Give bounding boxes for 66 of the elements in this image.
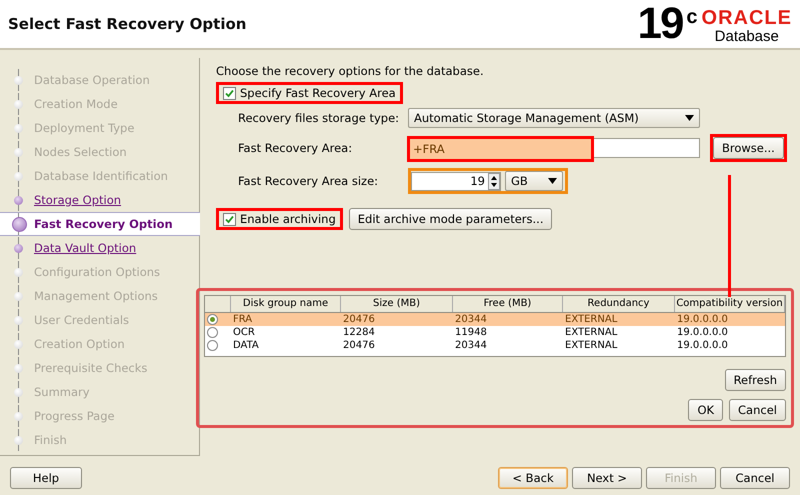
table-cell-text: EXTERNAL: [564, 339, 618, 352]
step-item: Management Options: [0, 284, 200, 308]
step-item: Creation Option: [0, 332, 200, 356]
intro-text: Choose the recovery options for the database.: [216, 64, 485, 78]
table-cell-text: OCR: [232, 326, 256, 339]
storage-type-dropdown[interactable]: Automatic Storage Management (ASM): [408, 108, 700, 128]
window-title: Select Fast Recovery Option: [8, 15, 246, 33]
step-item: Nodes Selection: [0, 140, 200, 164]
logo-brand: ORACLE: [702, 8, 792, 28]
table-row[interactable]: FRA 20476 20344 EXTERNAL 19.0.0.0.0: [205, 313, 785, 326]
table-cell-text: 20476: [342, 339, 376, 352]
checkbox[interactable]: [223, 86, 236, 100]
table-cell-text: 20344: [454, 339, 488, 352]
step-item: Database Identification: [0, 164, 200, 188]
caret-icon: [548, 178, 557, 184]
checkbox[interactable]: [223, 212, 236, 226]
table-cell-text: EXTERNAL: [564, 326, 618, 339]
table-cell-text: 20476: [342, 313, 376, 326]
browse-button[interactable]: Browse...: [713, 137, 784, 159]
table-cell-text: 19.0.0.0.0: [676, 313, 729, 326]
column-header[interactable]: Disk group name: [231, 296, 341, 312]
step-item: Progress Page: [0, 404, 200, 428]
wizard-button[interactable]: < Back: [498, 467, 568, 489]
step-item: Deployment Type: [0, 116, 200, 140]
table-cell-text: DATA: [232, 339, 260, 352]
archive-parameters-button[interactable]: Edit archive mode parameters...: [348, 208, 552, 230]
step-item: Creation Mode: [0, 92, 200, 116]
column-header[interactable]: Compatibility version: [675, 296, 785, 312]
field-label: Fast Recovery Area size:: [238, 174, 380, 188]
step-item: Database Operation: [0, 68, 200, 92]
field-label: Fast Recovery Area:: [238, 141, 354, 155]
ok-button[interactable]: OK: [688, 399, 724, 421]
table-cell-text: 19.0.0.0.0: [676, 326, 729, 339]
column-header[interactable]: Size (MB): [341, 296, 453, 312]
size-spinner[interactable]: 19: [411, 172, 501, 190]
step-item: Summary: [0, 380, 200, 404]
table-cell-text: EXTERNAL: [564, 313, 618, 326]
refresh-button[interactable]: Refresh: [724, 369, 786, 391]
wizard-button[interactable]: Next >: [572, 467, 642, 489]
spinner-arrows-icon[interactable]: [488, 172, 500, 190]
field-label: Recovery files storage type:: [238, 111, 400, 125]
step-item: Configuration Options: [0, 260, 200, 284]
table-cell-text: 12284: [342, 326, 376, 339]
wizard-button[interactable]: Cancel: [720, 467, 790, 489]
column-header[interactable]: Redundancy: [563, 296, 675, 312]
column-header[interactable]: Free (MB): [453, 296, 563, 312]
logo-superscript: c: [686, 6, 698, 28]
table-cell-text: FRA: [232, 313, 254, 326]
caret-icon: [685, 115, 694, 121]
logo-version: 19: [637, 2, 682, 46]
radio-button[interactable]: [207, 340, 218, 351]
table-cell-text: 11948: [454, 326, 488, 339]
help-button[interactable]: Help: [10, 467, 82, 489]
step-item: User Credentials: [0, 308, 200, 332]
step-item: Finish: [0, 428, 200, 452]
step-item: Prerequisite Checks: [0, 356, 200, 380]
step-item[interactable]: Fast Recovery Option: [0, 212, 200, 236]
step-item[interactable]: Storage Option: [0, 188, 200, 212]
table-cell-text: 19.0.0.0.0: [676, 339, 729, 352]
radio-button[interactable]: [207, 314, 218, 325]
table-cell-text: 20344: [454, 313, 488, 326]
radio-button[interactable]: [207, 327, 218, 338]
cancel-button[interactable]: Cancel: [729, 399, 786, 421]
unit-dropdown[interactable]: GB: [505, 171, 563, 191]
logo-product: Database: [714, 28, 779, 46]
step-item[interactable]: Data Vault Option: [0, 236, 200, 260]
